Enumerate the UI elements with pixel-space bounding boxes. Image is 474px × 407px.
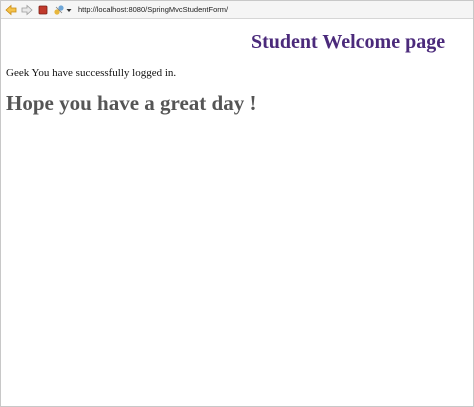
address-bar-url[interactable]: http://localhost:8080/SpringMvcStudentFo…: [78, 5, 228, 14]
forward-arrow-icon[interactable]: [21, 4, 33, 16]
greeting-heading: Hope you have a great day !: [6, 91, 257, 115]
go-icon[interactable]: [53, 4, 65, 16]
page-title: Student Welcome page: [251, 31, 446, 53]
login-success-message: Geek You have successfully logged in.: [6, 67, 177, 79]
browser-toolbar: http://localhost:8080/SpringMvcStudentFo…: [1, 1, 473, 19]
stop-icon[interactable]: [37, 4, 49, 16]
back-arrow-icon[interactable]: [5, 4, 17, 16]
dropdown-arrow-icon[interactable]: [66, 4, 72, 16]
browser-window: http://localhost:8080/SpringMvcStudentFo…: [0, 0, 474, 407]
